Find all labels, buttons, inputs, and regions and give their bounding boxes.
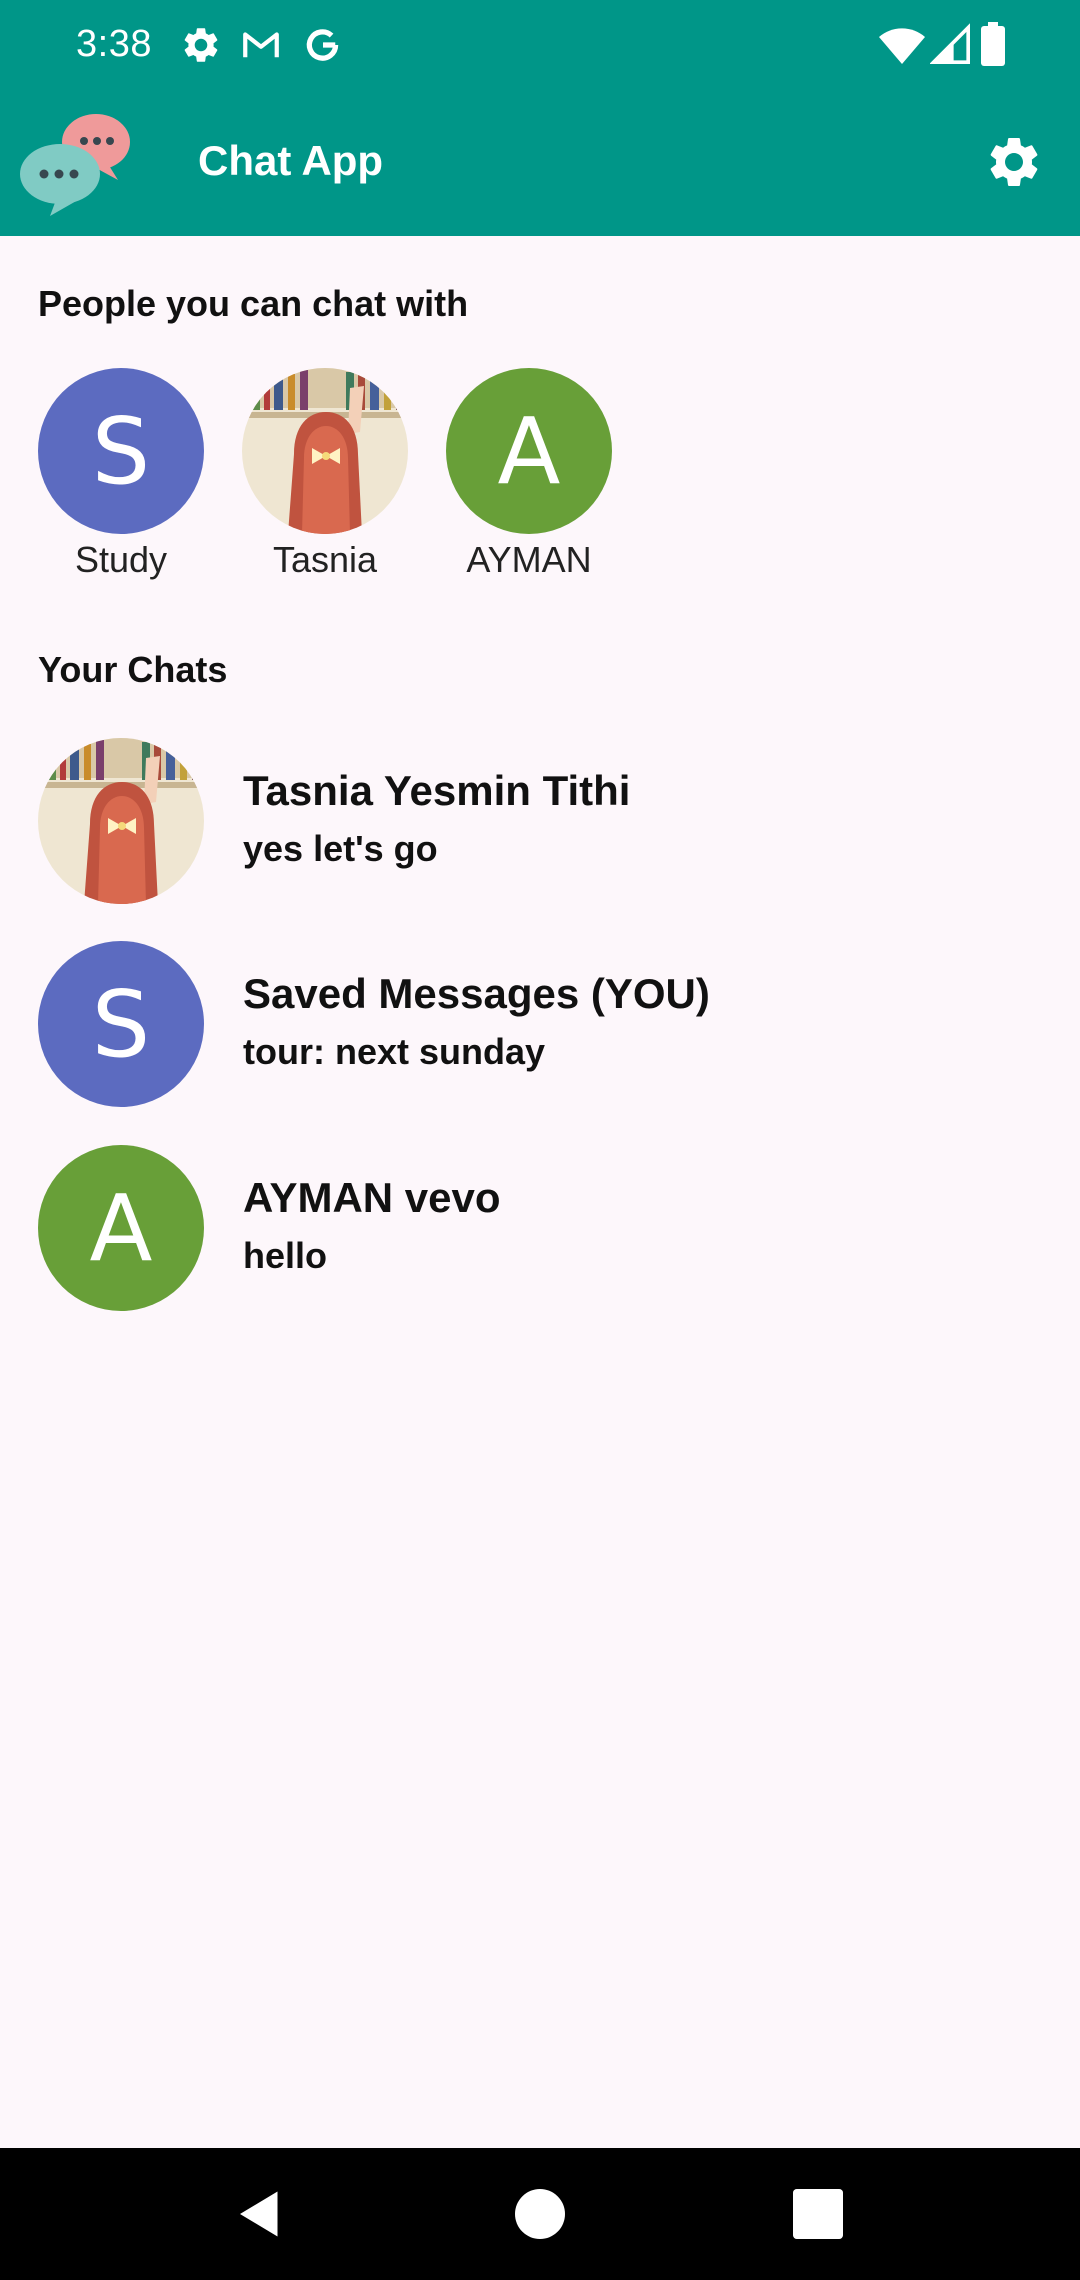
person-name: Tasnia xyxy=(272,539,378,580)
chat-list-item[interactable]: Tasnia Yesmin Tithi yes let's go xyxy=(38,738,1042,904)
person-name: Study xyxy=(74,539,168,580)
person-name: AYMAN xyxy=(466,539,592,580)
chat-name: Saved Messages (YOU) xyxy=(243,970,710,1017)
battery-icon xyxy=(981,22,1005,66)
gear-icon xyxy=(184,28,218,62)
chat-list-item[interactable]: S Saved Messages (YOU) tour: next sunday xyxy=(38,941,1042,1107)
wifi-icon xyxy=(879,28,925,64)
google-icon xyxy=(306,29,339,61)
avatar: A xyxy=(38,1145,204,1311)
chat-list-item[interactable]: A AYMAN vevo hello xyxy=(38,1145,1042,1311)
signal-icon xyxy=(930,23,970,64)
back-icon[interactable] xyxy=(230,2184,290,2244)
avatar-photo xyxy=(38,738,204,904)
avatar: S xyxy=(38,368,204,534)
chat-name: AYMAN vevo xyxy=(243,1174,501,1221)
avatar: S xyxy=(38,941,204,1107)
settings-gear-icon[interactable] xyxy=(984,132,1044,192)
app-title: Chat App xyxy=(198,137,384,184)
gmail-icon xyxy=(243,32,279,58)
person-tasnia[interactable]: Tasnia xyxy=(242,368,408,588)
chat-bubbles-logo xyxy=(20,114,130,216)
avatar-photo xyxy=(242,368,408,534)
home-icon[interactable] xyxy=(510,2184,570,2244)
chat-preview: yes let's go xyxy=(243,828,438,869)
avatar: A xyxy=(446,368,612,534)
person-ayman[interactable]: A AYMAN xyxy=(446,368,612,588)
chats-section-title: Your Chats xyxy=(38,649,228,690)
app-bar: 3:38 Chat App xyxy=(0,0,1080,236)
people-section-title: People you can chat with xyxy=(38,283,469,324)
chat-name: Tasnia Yesmin Tithi xyxy=(243,767,631,814)
chat-preview: tour: next sunday xyxy=(243,1031,546,1072)
person-study[interactable]: S Study xyxy=(38,368,204,588)
chat-preview: hello xyxy=(243,1235,328,1276)
status-time: 3:38 xyxy=(76,23,152,65)
navigation-bar xyxy=(0,2148,1080,2280)
avatar-letter: S xyxy=(91,397,151,505)
avatar-letter: A xyxy=(89,1174,153,1282)
recents-icon[interactable] xyxy=(788,2184,848,2244)
avatar-letter: A xyxy=(497,397,561,505)
avatar-letter: S xyxy=(91,970,151,1078)
status-bar: 3:38 xyxy=(0,0,1080,88)
